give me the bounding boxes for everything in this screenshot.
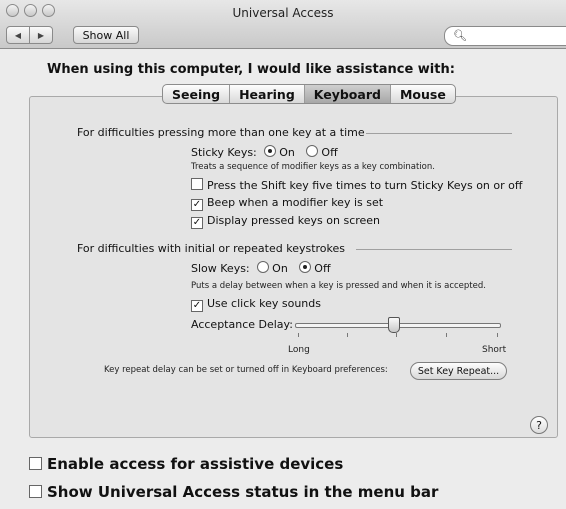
section-divider [356,249,512,250]
slow-off-label: Off [314,262,331,275]
display-keys-option[interactable]: ✓ Display pressed keys on screen [191,214,380,229]
tab-keyboard[interactable]: Keyboard [304,85,391,103]
acceptance-delay-label: Acceptance Delay: [191,318,293,331]
click-sounds-label: Use click key sounds [207,297,321,310]
click-sounds-option[interactable]: ✓ Use click key sounds [191,297,321,312]
assistive-devices-checkbox[interactable] [29,457,42,470]
beep-modifier-label: Beep when a modifier key is set [207,196,384,209]
nav-buttons: ◀ ▶ [6,26,53,44]
shift-five-times-checkbox[interactable] [191,178,203,190]
status-menu-checkbox[interactable] [29,485,42,498]
back-button[interactable]: ◀ [6,26,30,44]
slow-description: Puts a delay between when a key is press… [191,281,486,291]
slider-tick [396,333,397,337]
status-menu-label: Show Universal Access status in the menu… [47,483,439,501]
tab-mouse[interactable]: Mouse [391,85,455,103]
slow-section-title: For difficulties with initial or repeate… [77,242,346,255]
sticky-description: Treats a sequence of modifier keys as a … [191,162,435,172]
page-heading: When using this computer, I would like a… [47,62,455,77]
forward-button[interactable]: ▶ [30,26,53,44]
sticky-off-radio[interactable] [306,145,319,157]
slow-on-radio[interactable] [257,261,270,273]
display-keys-checkbox[interactable]: ✓ [191,217,203,229]
shift-five-times-option[interactable]: Press the Shift key five times to turn S… [191,178,522,192]
sticky-keys-label: Sticky Keys: [191,146,257,159]
slow-keys-row: Slow Keys: On Off [191,261,331,275]
assistive-devices-option[interactable]: Enable access for assistive devices [29,455,343,473]
help-button[interactable]: ? [530,416,548,434]
click-sounds-checkbox[interactable]: ✓ [191,300,203,312]
search-input[interactable]: 🔍︎ [444,26,566,46]
sticky-on-label: On [279,146,295,159]
slider-tick [298,333,299,337]
sticky-off-label: Off [321,146,338,159]
acceptance-delay-thumb[interactable] [388,317,400,333]
section-divider [366,133,512,134]
show-all-button[interactable]: Show All [73,26,139,44]
delay-short-label: Short [482,345,507,355]
forward-icon: ▶ [37,30,45,40]
sticky-keys-row: Sticky Keys: On Off [191,145,338,159]
slow-off-radio[interactable] [299,261,312,273]
window-title: Universal Access [232,6,334,20]
tab-bar: Seeing Hearing Keyboard Mouse [162,84,456,104]
assistive-devices-label: Enable access for assistive devices [47,455,344,473]
display-keys-label: Display pressed keys on screen [207,214,381,227]
set-key-repeat-button[interactable]: Set Key Repeat... [410,362,507,380]
sticky-section-title: For difficulties pressing more than one … [77,126,365,139]
delay-long-label: Long [288,345,310,355]
back-icon: ◀ [14,30,22,40]
preferences-window: Universal Access ◀ ▶ Show All 🔍︎ When us… [0,0,566,509]
beep-modifier-checkbox[interactable]: ✓ [191,199,203,211]
slider-tick [497,333,498,337]
tab-hearing[interactable]: Hearing [230,85,305,103]
slow-keys-label: Slow Keys: [191,262,250,275]
sticky-on-radio[interactable] [264,145,277,157]
title-bar: Universal Access ◀ ▶ Show All 🔍︎ [0,0,566,49]
slider-tick [446,333,447,337]
slider-tick [347,333,348,337]
shift-five-times-label: Press the Shift key five times to turn S… [207,179,523,192]
key-repeat-text: Key repeat delay can be set or turned of… [104,365,388,375]
search-icon: 🔍︎ [453,29,467,42]
status-menu-option[interactable]: Show Universal Access status in the menu… [29,483,438,501]
beep-modifier-option[interactable]: ✓ Beep when a modifier key is set [191,196,383,211]
slow-on-label: On [272,262,288,275]
tab-seeing[interactable]: Seeing [163,85,231,103]
